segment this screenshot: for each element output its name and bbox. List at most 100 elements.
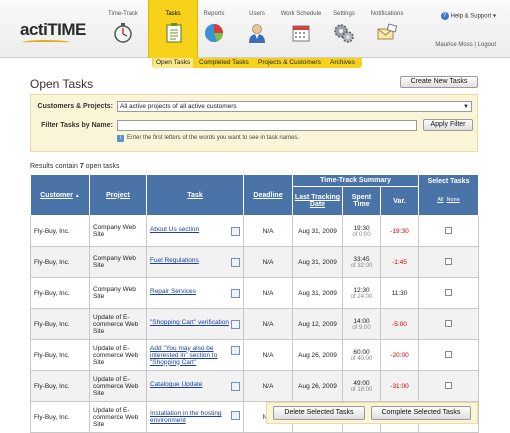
- cell-customer: Fly-Buy, Inc.: [30, 401, 90, 433]
- cell-last-date: Aug 31, 2009: [292, 277, 343, 309]
- task-link[interactable]: About Us section: [150, 226, 199, 233]
- cell-deadline: N/A: [243, 246, 293, 278]
- nav-notifications[interactable]: Notifications: [362, 0, 412, 58]
- cell-project: Update of E-commerce Web Site: [89, 308, 147, 340]
- help-support-link[interactable]: ? Help & Support ▾: [440, 12, 496, 20]
- complete-selected-tasks-button[interactable]: Complete Selected Tasks: [371, 406, 471, 420]
- cell-deadline: N/A: [243, 308, 293, 340]
- select-task-checkbox[interactable]: [445, 288, 453, 296]
- cell-deadline: N/A: [243, 277, 293, 309]
- edit-task-icon[interactable]: [231, 345, 240, 355]
- col-var: Var.: [379, 186, 420, 216]
- cell-spent: 14:00 of 9:00: [342, 308, 381, 340]
- edit-task-icon[interactable]: [231, 411, 240, 420]
- cell-var: 11:30: [379, 277, 420, 309]
- cell-last-date: Aug 31, 2009: [292, 246, 343, 278]
- edit-task-icon[interactable]: [231, 258, 240, 267]
- subnav-open-tasks[interactable]: Open Tasks: [153, 58, 194, 68]
- edit-task-icon[interactable]: [231, 289, 240, 298]
- dropdown-arrow-icon: ▼: [463, 104, 469, 110]
- cell-last-date: Aug 12, 2009: [292, 308, 343, 340]
- cell-task: Repair Services: [146, 277, 244, 309]
- cell-deadline: N/A: [243, 215, 293, 247]
- table-row: Fly-Buy, Inc. Update of E-commerce Web Si…: [30, 339, 480, 371]
- pie-chart-icon: [205, 24, 224, 42]
- apply-filter-button[interactable]: Apply Filter: [423, 119, 473, 131]
- table-row: Fly-Buy, Inc. Update of E-commerce Web Si…: [30, 308, 480, 340]
- cell-task: About Us section: [146, 215, 244, 247]
- cell-deadline: N/A: [243, 370, 293, 402]
- sort-arrow-icon: ▲: [74, 192, 80, 199]
- cell-project: Update of E-commerce Web Site: [89, 401, 147, 433]
- table-row: Fly-Buy, Inc. Company Web Site Fuel Regula…: [30, 246, 480, 278]
- col-last-tracking-date[interactable]: Last Tracking Date: [292, 186, 343, 216]
- cell-task: Installation in the hosting environment: [146, 401, 244, 433]
- cell-project: Update of E-commerce Web Site: [89, 370, 147, 402]
- gears-icon: [334, 24, 354, 43]
- col-project[interactable]: Project: [89, 174, 147, 216]
- edit-task-icon[interactable]: [231, 227, 240, 236]
- table-row: Fly-Buy, Inc. Update of E-commerce Web Si…: [30, 370, 480, 402]
- edit-task-icon[interactable]: [231, 382, 240, 391]
- user-icon: [249, 24, 265, 43]
- cell-var: -1:45: [379, 246, 420, 278]
- cell-last-date: Aug 26, 2009: [292, 339, 343, 371]
- select-task-checkbox[interactable]: [445, 257, 453, 265]
- checklist-icon: [166, 23, 182, 43]
- nav-time-track[interactable]: Time-Track: [98, 0, 148, 58]
- subnav-projects-customers[interactable]: Projects & Customers: [255, 58, 324, 68]
- cell-spent: 12:30 of 24:00: [342, 277, 381, 309]
- cell-select: [418, 339, 480, 371]
- select-task-checkbox[interactable]: [445, 381, 453, 389]
- delete-selected-tasks-button[interactable]: Delete Selected Tasks: [273, 406, 365, 420]
- task-link[interactable]: Installation in the hosting environment: [150, 410, 222, 424]
- task-link[interactable]: "Shopping Cart" verification: [150, 319, 229, 326]
- tasks-table: Customer ▲ Project Task Deadline Time-Tr…: [30, 174, 480, 433]
- cell-project: Company Web Site: [89, 215, 147, 247]
- task-name-filter-input[interactable]: [117, 120, 417, 131]
- select-task-checkbox[interactable]: [445, 350, 453, 358]
- subnav-completed-tasks[interactable]: Completed Tasks: [196, 58, 252, 68]
- cell-task: Fuel Regulations: [146, 246, 244, 278]
- cell-var: -20:00: [379, 339, 420, 371]
- create-new-tasks-button[interactable]: Create New Tasks: [400, 76, 478, 88]
- col-deadline[interactable]: Deadline: [243, 174, 293, 216]
- cell-select: [418, 277, 480, 309]
- envelope-icon: [377, 23, 398, 40]
- nav-label: Users: [249, 11, 265, 17]
- nav-users[interactable]: Users: [232, 0, 282, 58]
- task-link[interactable]: Catalogue Update: [150, 381, 202, 388]
- cell-var: -5:00: [379, 308, 420, 340]
- task-link[interactable]: Add "You may also be interested in" sect…: [150, 345, 217, 366]
- cell-customer: Fly-Buy, Inc.: [30, 277, 90, 309]
- select-task-checkbox[interactable]: [445, 319, 453, 327]
- col-task[interactable]: Task: [146, 174, 244, 216]
- select-all-link[interactable]: All: [437, 197, 443, 203]
- filter-panel: Customers & Projects: All active project…: [30, 94, 478, 152]
- customers-projects-select[interactable]: All active projects of all active custom…: [117, 101, 472, 112]
- nav-label: Notifications: [370, 11, 404, 17]
- edit-task-icon[interactable]: [231, 320, 240, 329]
- page-title: Open Tasks: [30, 77, 94, 91]
- cell-project: Update of E-commerce Web Site: [89, 339, 147, 371]
- select-none-link[interactable]: None: [447, 197, 460, 203]
- cell-spent: 49:00 of 18:00: [342, 370, 381, 402]
- filter-name-label: Filter Tasks by Name:: [41, 122, 113, 129]
- col-time-track-summary: Time-Track Summary: [291, 174, 420, 187]
- cell-project: Company Web Site: [89, 277, 147, 309]
- cell-var: -31:00: [379, 370, 420, 402]
- top-header: actiTIME Time-Track Tasks Reports Users …: [0, 0, 510, 58]
- cell-customer: Fly-Buy, Inc.: [30, 246, 90, 278]
- logout-link[interactable]: Logout: [478, 42, 496, 48]
- cell-project: Company Web Site: [89, 246, 147, 278]
- cell-spent: 60:00 of 40:00: [342, 339, 381, 371]
- select-task-checkbox[interactable]: [445, 226, 453, 234]
- subnav-archives[interactable]: Archives: [327, 58, 358, 68]
- task-link[interactable]: Repair Services: [150, 288, 196, 295]
- task-link[interactable]: Fuel Regulations: [150, 257, 199, 264]
- col-customer[interactable]: Customer ▲: [30, 174, 90, 216]
- cell-var: -19:30: [379, 215, 420, 247]
- user-name: Maurice Moss: [435, 42, 473, 48]
- actitime-logo[interactable]: actiTIME: [20, 20, 86, 42]
- cell-customer: Fly-Buy, Inc.: [30, 370, 90, 402]
